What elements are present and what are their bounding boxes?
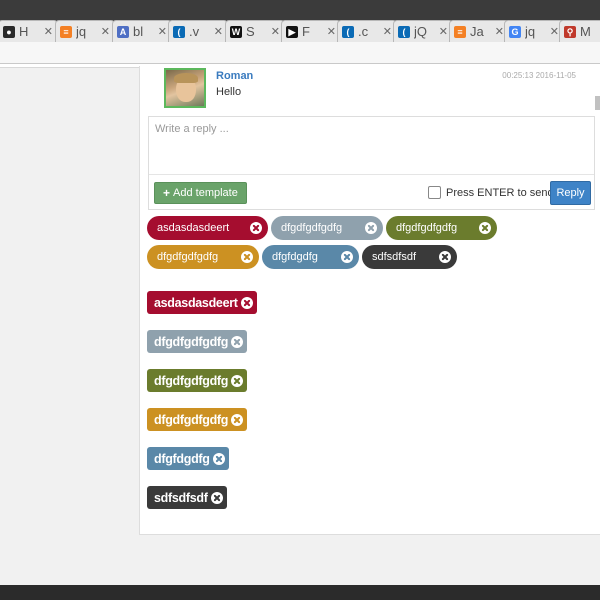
- label-tag[interactable]: dfgdfgdfgdfg: [147, 408, 248, 431]
- tab-title: .v: [189, 24, 200, 39]
- browser-tab[interactable]: ▶ F ✕: [281, 20, 341, 42]
- tab-title: .c: [358, 24, 369, 39]
- label-tag-text: sdfsdfsdf: [154, 490, 208, 505]
- browser-tab[interactable]: ● H ✕: [0, 20, 58, 42]
- pill-tag-label: dfgdfgdfgdfg: [396, 222, 458, 234]
- close-icon[interactable]: ✕: [439, 25, 448, 38]
- os-taskbar: [0, 585, 600, 600]
- close-icon[interactable]: ✕: [158, 25, 167, 38]
- label-tag[interactable]: dfgfdgdfg: [147, 447, 229, 470]
- browser-tab[interactable]: ( jQ ✕: [393, 20, 453, 42]
- remove-icon[interactable]: [231, 413, 244, 426]
- tab-title: M: [580, 24, 591, 39]
- browser-tab[interactable]: ( .v ✕: [168, 20, 228, 42]
- remove-icon[interactable]: [240, 296, 253, 309]
- browser-toolbar: [0, 42, 600, 64]
- message-author[interactable]: Roman: [216, 70, 253, 82]
- message-text: Hello: [216, 86, 242, 98]
- browser-tab[interactable]: W S ✕: [225, 20, 285, 42]
- jquery-icon: (: [342, 25, 354, 38]
- browser-tab[interactable]: ≡ jq ✕: [55, 20, 115, 42]
- reply-button[interactable]: Reply: [550, 181, 591, 205]
- scrollbar-thumb[interactable]: [595, 96, 600, 110]
- label-tag[interactable]: dfgdfgdfgdfg: [147, 369, 248, 392]
- add-template-label: Add template: [173, 187, 238, 199]
- close-icon[interactable]: ✕: [327, 25, 336, 38]
- label-tag-text: dfgfdgdfg: [154, 451, 210, 466]
- remove-icon[interactable]: [231, 335, 244, 348]
- close-icon[interactable]: ✕: [44, 25, 53, 38]
- avatar-hair: [174, 73, 198, 83]
- remove-icon[interactable]: [250, 222, 262, 234]
- browser-tab-strip: ● H ✕ ≡ jq ✕ A bl ✕ ( .v ✕ W S ✕ ▶ F ✕ (…: [0, 0, 600, 42]
- tab-title: Ja: [470, 24, 484, 39]
- pill-tag-label: dfgdfgdfgdfg: [281, 222, 343, 234]
- plus-icon: +: [163, 186, 171, 200]
- remove-icon[interactable]: [341, 251, 353, 263]
- panda-icon: ●: [3, 25, 15, 38]
- label-tag[interactable]: sdfsdfsdf: [147, 486, 227, 509]
- pill-tag-label: dfgfdgdfg: [272, 251, 318, 263]
- tab-title: jq: [525, 24, 536, 39]
- message-timestamp: 00:25:13 2016-11-05: [502, 71, 576, 80]
- remove-icon[interactable]: [212, 452, 225, 465]
- tab-title: bl: [133, 24, 144, 39]
- antenna-icon: ⚲: [564, 25, 576, 38]
- label-tag-text: dfgdfgdfgdfg: [154, 412, 229, 427]
- stackoverflow-icon: ≡: [60, 25, 72, 38]
- browser-tab[interactable]: G jq ✕: [504, 20, 564, 42]
- enter-to-send-option[interactable]: Press ENTER to send: [428, 186, 554, 199]
- remove-icon[interactable]: [210, 491, 223, 504]
- pill-tag[interactable]: sdfsdfsdf: [362, 245, 457, 269]
- close-icon[interactable]: ✕: [383, 25, 392, 38]
- label-tag-text: asdasdasdeert: [154, 295, 238, 310]
- label-tag-text: dfgdfgdfgdfg: [154, 334, 229, 349]
- close-icon[interactable]: ✕: [101, 25, 110, 38]
- remove-icon[interactable]: [439, 251, 451, 263]
- pill-tag[interactable]: dfgdfgdfgdfg: [271, 216, 383, 240]
- tab-title: jq: [76, 24, 87, 39]
- tab-title: jQ: [414, 24, 427, 39]
- remove-icon[interactable]: [241, 251, 253, 263]
- label-tag-text: dfgdfgdfgdfg: [154, 373, 229, 388]
- browser-tab[interactable]: A bl ✕: [112, 20, 172, 42]
- tab-title: F: [302, 24, 310, 39]
- browser-tab[interactable]: ⚲ M: [559, 20, 600, 42]
- pill-tag[interactable]: dfgdfgdfgdfg: [147, 245, 259, 269]
- label-tag[interactable]: dfgdfgdfgdfg: [147, 330, 248, 353]
- enter-to-send-checkbox[interactable]: [428, 186, 441, 199]
- pill-tag-label: dfgdfgdfgdfg: [157, 251, 219, 263]
- chat-message: Roman 00:25:13 2016-11-05 Hello: [164, 68, 584, 108]
- remove-icon[interactable]: [365, 222, 377, 234]
- tab-title: H: [19, 24, 29, 39]
- reply-input[interactable]: [149, 117, 594, 175]
- pill-tag-label: asdasdasdeert: [157, 222, 230, 234]
- pill-tag[interactable]: dfgdfgdfgdfg: [386, 216, 497, 240]
- jquery-icon: (: [398, 25, 410, 38]
- add-template-button[interactable]: + Add template: [154, 182, 247, 204]
- enter-to-send-label: Press ENTER to send: [446, 186, 554, 199]
- close-icon[interactable]: ✕: [271, 25, 280, 38]
- pill-tag[interactable]: dfgfdgdfg: [262, 245, 359, 269]
- w-square-icon: W: [230, 25, 242, 38]
- close-icon[interactable]: ✕: [495, 25, 504, 38]
- pill-tag[interactable]: asdasdasdeert: [147, 216, 268, 240]
- flag-icon: ▶: [286, 25, 298, 38]
- a-letter-icon: A: [117, 25, 129, 38]
- tab-title: S: [246, 24, 255, 39]
- browser-tab[interactable]: ≡ Ja ✕: [449, 20, 509, 42]
- google-icon: G: [509, 25, 521, 38]
- label-tag[interactable]: asdasdasdeert: [147, 291, 257, 314]
- close-icon[interactable]: ✕: [214, 25, 223, 38]
- jquery-icon: (: [173, 25, 185, 38]
- browser-tab[interactable]: ( .c ✕: [337, 20, 397, 42]
- close-icon[interactable]: ✕: [550, 25, 559, 38]
- remove-icon[interactable]: [479, 222, 491, 234]
- reply-box: + Add template Press ENTER to send Reply: [148, 116, 595, 210]
- remove-icon[interactable]: [231, 374, 244, 387]
- avatar: [164, 68, 206, 108]
- pill-tag-label: sdfsdfsdf: [372, 251, 417, 263]
- stackoverflow-icon: ≡: [454, 25, 466, 38]
